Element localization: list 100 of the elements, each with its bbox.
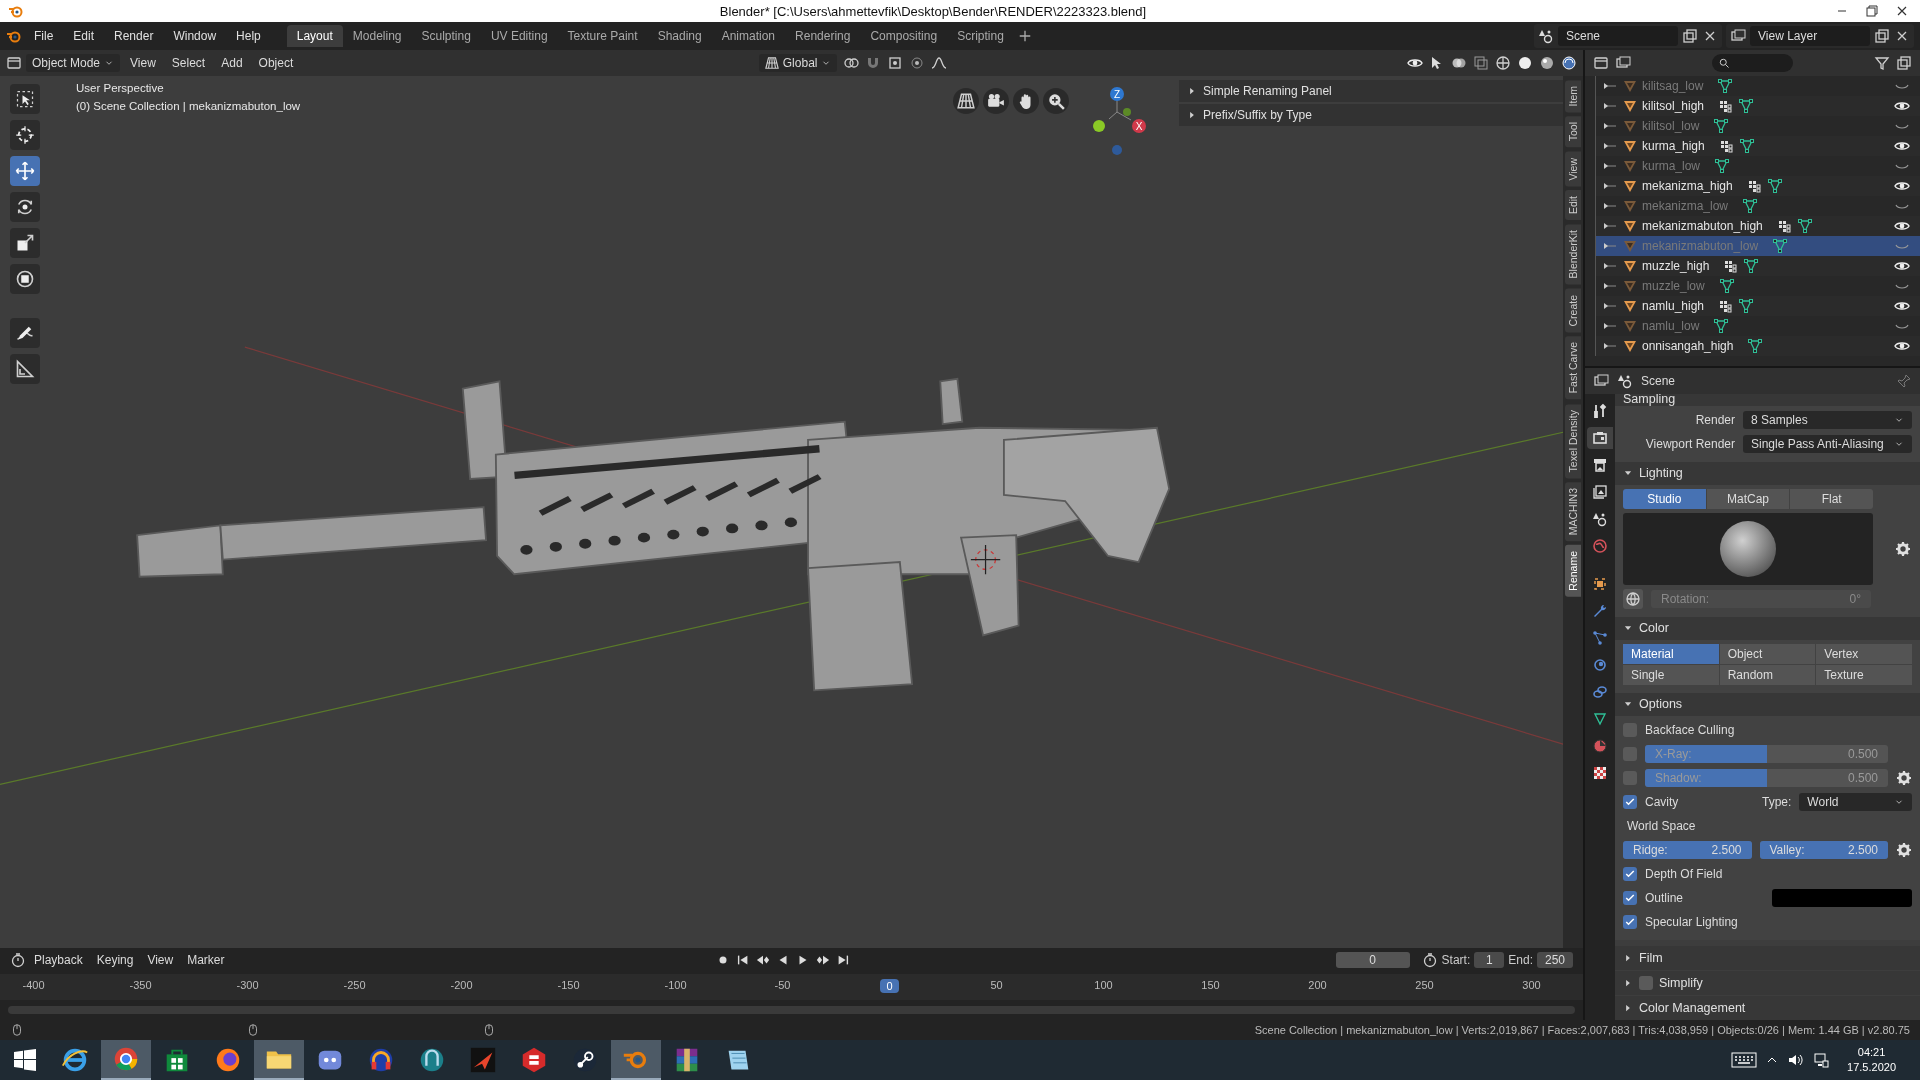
color-swatch[interactable]: [1772, 889, 1912, 907]
menu-dropdown[interactable]: View: [141, 951, 180, 969]
modifier-icon[interactable]: [1718, 138, 1735, 154]
ridge-slider[interactable]: Ridge: 2.500: [1623, 841, 1752, 859]
settings-icon[interactable]: [1895, 540, 1911, 557]
menu-item[interactable]: Select: [165, 54, 212, 72]
mesh-data-icon[interactable]: [1714, 158, 1731, 174]
menu-item[interactable]: Edit: [65, 26, 103, 46]
sidebar-tab[interactable]: Item: [1565, 80, 1581, 113]
menu-item[interactable]: Render: [106, 26, 162, 46]
proportional-icon[interactable]: [909, 55, 926, 71]
mesh-data-icon[interactable]: [1742, 198, 1759, 214]
mesh-data-icon[interactable]: [1738, 98, 1755, 114]
mesh-data-icon[interactable]: [1713, 118, 1730, 134]
previous-keyframe-icon[interactable]: [756, 953, 771, 967]
menu-item[interactable]: Add: [215, 54, 249, 72]
filter-icon[interactable]: [1874, 55, 1890, 71]
segment-button[interactable]: Texture: [1816, 664, 1912, 685]
sidebar-tab[interactable]: Edit: [1565, 190, 1581, 221]
settings-icon[interactable]: [1896, 842, 1912, 858]
outliner-row[interactable]: namlu_low: [1595, 316, 1920, 336]
mesh-data-icon[interactable]: [1796, 218, 1813, 234]
rendered-shading-icon[interactable]: [1561, 55, 1577, 71]
editor-type-icon[interactable]: [1593, 373, 1609, 389]
checkbox[interactable]: [1623, 891, 1637, 905]
checkbox[interactable]: [1623, 723, 1637, 737]
tool-button[interactable]: [10, 120, 40, 150]
workspace-tab[interactable]: Scripting: [947, 25, 1014, 47]
sidebar-tab[interactable]: Tool: [1565, 116, 1581, 148]
zoom-handle[interactable]: [1043, 88, 1069, 114]
keyboard-icon[interactable]: [1731, 1052, 1758, 1068]
mesh-data-icon[interactable]: [1747, 338, 1764, 354]
menu-item[interactable]: File: [26, 26, 62, 46]
outliner-row[interactable]: muzzle_low: [1595, 276, 1920, 296]
search-field[interactable]: [1712, 54, 1793, 72]
mesh-data-icon[interactable]: [1772, 238, 1789, 254]
layers-icon[interactable]: [1730, 28, 1746, 44]
sidebar-tab[interactable]: View: [1565, 151, 1581, 187]
outliner-row[interactable]: mekanizma_low: [1595, 196, 1920, 216]
mesh-data-icon[interactable]: [1738, 298, 1755, 314]
outliner-row[interactable]: kilitsol_low: [1595, 116, 1920, 136]
snap-icon[interactable]: [887, 55, 904, 71]
segment-button[interactable]: Random: [1719, 664, 1816, 685]
outliner-row[interactable]: kurma_low: [1595, 156, 1920, 176]
valley-slider[interactable]: Valley: 2.500: [1759, 841, 1888, 859]
back-y-axis-handle[interactable]: [1123, 108, 1131, 116]
view-layer-field[interactable]: View Layer: [1750, 26, 1870, 46]
pivot-icon[interactable]: [843, 55, 860, 71]
camera-toggle[interactable]: [983, 88, 1009, 114]
workspace-tab[interactable]: Compositing: [860, 25, 948, 47]
xray-icon[interactable]: [1473, 55, 1489, 71]
modifier-icon[interactable]: [1718, 298, 1735, 314]
display-mode-icon[interactable]: [1615, 55, 1631, 71]
tool-button[interactable]: [10, 354, 40, 384]
end-field[interactable]: 250: [1537, 952, 1573, 968]
dropdown[interactable]: 8 Samples: [1743, 410, 1912, 429]
add-workspace-icon[interactable]: [1017, 29, 1032, 43]
orientation-dropdown[interactable]: Global: [758, 54, 838, 72]
workspace-tab[interactable]: Texture Paint: [557, 25, 648, 47]
outliner-row[interactable]: kilitsag_low: [1595, 76, 1920, 96]
sidebar-panel-header[interactable]: Prefix/Suffix by Type: [1179, 104, 1563, 126]
axis-gizmo[interactable]: Z X: [1087, 82, 1171, 162]
pin-icon[interactable]: [1896, 373, 1912, 389]
segment-button[interactable]: MatCap: [1706, 488, 1790, 509]
segment-button[interactable]: Single: [1623, 664, 1719, 685]
next-keyframe-icon[interactable]: [816, 953, 831, 967]
checkbox[interactable]: [1623, 771, 1637, 785]
panel-header[interactable]: Film: [1615, 946, 1920, 970]
modifier-icon[interactable]: [1718, 98, 1735, 114]
menu-item[interactable]: Window: [165, 26, 225, 46]
menu-dropdown[interactable]: Keying: [90, 951, 140, 969]
checkbox[interactable]: [1623, 867, 1637, 881]
current-frame-field[interactable]: 0: [1335, 952, 1410, 968]
sidebar-tab[interactable]: Create: [1565, 288, 1581, 333]
workspace-tab[interactable]: Sculpting: [411, 25, 481, 47]
dropdown[interactable]: Single Pass Anti-Aliasing: [1743, 434, 1912, 453]
copy-icon[interactable]: [1874, 28, 1890, 44]
panel-header[interactable]: Lighting: [1615, 461, 1920, 485]
workspace-tab[interactable]: Shading: [647, 25, 712, 47]
sidebar-tab[interactable]: Fast Carve: [1565, 336, 1581, 400]
modifier-icon[interactable]: [1723, 258, 1740, 274]
checkbox[interactable]: [1623, 795, 1637, 809]
workspace-tab[interactable]: Animation: [711, 25, 786, 47]
segment-button[interactable]: Flat: [1790, 488, 1873, 509]
checkbox[interactable]: [1623, 915, 1637, 929]
curve-icon[interactable]: [931, 55, 948, 71]
scene-field[interactable]: Scene: [1558, 26, 1678, 46]
panel-header[interactable]: Color: [1615, 616, 1920, 640]
properties-tab[interactable]: [1587, 427, 1613, 449]
mode-dropdown[interactable]: Object Mode: [26, 54, 121, 72]
tool-button[interactable]: [10, 318, 40, 348]
tool-button[interactable]: [10, 156, 40, 186]
jump-end-icon[interactable]: [836, 953, 851, 967]
y-axis-handle[interactable]: [1093, 120, 1105, 132]
panel-header[interactable]: Simplify: [1615, 971, 1920, 995]
tool-button[interactable]: [10, 84, 40, 114]
wireframe-icon[interactable]: [1495, 55, 1511, 71]
tool-button[interactable]: [10, 192, 40, 222]
mesh-data-icon[interactable]: [1713, 318, 1730, 334]
tool-button[interactable]: [10, 264, 40, 294]
